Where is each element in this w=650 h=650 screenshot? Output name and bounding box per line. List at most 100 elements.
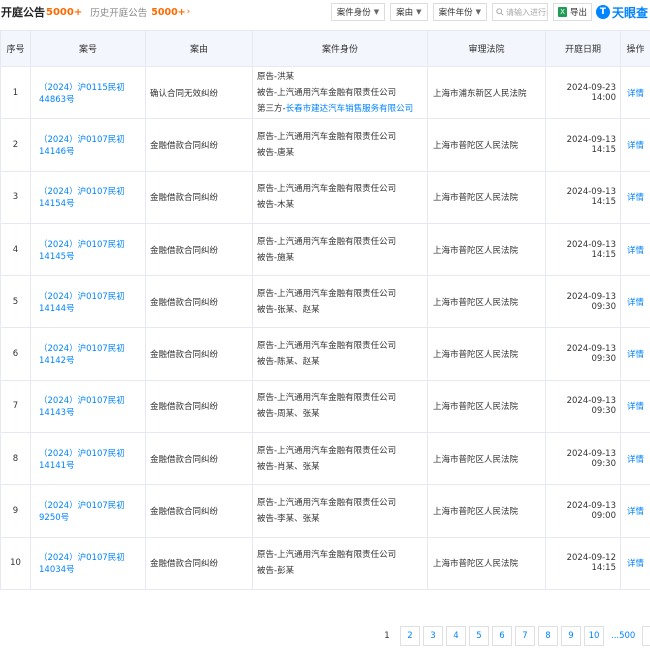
- export-button[interactable]: X 导出: [552, 3, 592, 21]
- column-header-date: 开庭日期: [545, 30, 621, 67]
- case-year-label: 案件年份: [438, 8, 473, 18]
- case-number-link[interactable]: （2024）沪0107民初14143号: [30, 379, 146, 434]
- party-plaintiff: 原告-上汽通用汽车金融有限责任公司: [257, 131, 397, 142]
- details-link[interactable]: 详情: [620, 65, 650, 120]
- case-reason: 金融借款合同纠纷: [145, 222, 253, 277]
- page-button[interactable]: 8: [538, 626, 558, 646]
- page-title: 开庭公告: [1, 6, 45, 19]
- hearing-notice-table: 序号 案号 案由 案件身份 审理法院 开庭日期 操作 1 （2024）沪0115…: [0, 30, 650, 590]
- case-reason: 金融借款合同纠纷: [145, 484, 253, 538]
- case-number-link[interactable]: （2024）沪0107民初14141号: [30, 432, 146, 486]
- total-count: 5000+: [46, 6, 83, 18]
- court-name: 上海市普陀区人民法院: [427, 484, 546, 538]
- page-button[interactable]: 10: [584, 626, 604, 646]
- case-role-label: 案件身份: [336, 8, 371, 18]
- page-button[interactable]: 4: [446, 626, 466, 646]
- details-link[interactable]: 详情: [620, 327, 650, 381]
- case-number-link[interactable]: （2024）沪0107民初14154号: [30, 170, 146, 224]
- case-role-dropdown[interactable]: 案件身份 ▼: [330, 3, 386, 21]
- details-link[interactable]: 详情: [620, 118, 650, 172]
- party-defendant: 被告-陈某、赵某: [257, 357, 320, 368]
- case-number-link[interactable]: （2024）沪0107民初14142号: [30, 327, 146, 381]
- party-defendant: 被告-施某: [257, 252, 295, 263]
- history-link[interactable]: 历史开庭公告: [90, 5, 147, 19]
- party-defendant: 被告-李某、张某: [257, 514, 320, 525]
- party-defendant: 被告-周某、张某: [257, 409, 320, 420]
- court-name: 上海市普陀区人民法院: [427, 118, 546, 172]
- row-seq: 9: [0, 484, 31, 538]
- case-number-link[interactable]: （2024）沪0107民初14146号: [30, 118, 146, 172]
- court-name: 上海市普陀区人民法院: [427, 536, 546, 590]
- party-plaintiff: 原告-上汽通用汽车金融有限责任公司: [257, 445, 397, 456]
- row-seq: 7: [0, 379, 31, 434]
- brand-name: 天眼查: [611, 5, 648, 20]
- case-reason: 金融借款合同纠纷: [145, 379, 253, 434]
- case-parties: 原告-上汽通用汽车金融有限责任公司 被告-施某: [252, 222, 428, 277]
- details-link[interactable]: 详情: [620, 536, 650, 590]
- case-parties: 原告-上汽通用汽车金融有限责任公司 被告-彭某: [252, 536, 428, 590]
- case-reason: 金融借款合同纠纷: [145, 275, 253, 329]
- chevron-down-icon: ▼: [373, 8, 380, 16]
- details-link[interactable]: 详情: [620, 275, 650, 329]
- page-button-last[interactable]: ...500: [607, 626, 640, 646]
- case-reason: 金融借款合同纠纷: [145, 118, 253, 172]
- details-link[interactable]: 详情: [620, 432, 650, 486]
- court-name: 上海市普陀区人民法院: [427, 379, 546, 434]
- brand-logo-icon: T: [595, 5, 610, 19]
- hearing-date: 2024-09-13 09:00: [545, 484, 621, 538]
- details-link[interactable]: 详情: [620, 484, 650, 538]
- page-button-current[interactable]: 1: [377, 626, 397, 646]
- details-link[interactable]: 详情: [620, 170, 650, 224]
- chevron-right-icon[interactable]: ›: [642, 626, 650, 646]
- party-third-link[interactable]: 长春市建达汽车销售服务有限公司: [286, 104, 414, 114]
- case-reason: 确认合同无效纠纷: [145, 65, 253, 120]
- case-parties: 原告-上汽通用汽车金融有限责任公司 被告-李某、张某: [252, 484, 428, 538]
- details-link[interactable]: 详情: [620, 379, 650, 434]
- column-header-action: 操作: [620, 30, 650, 67]
- details-link[interactable]: 详情: [620, 222, 650, 277]
- party-plaintiff: 原告-上汽通用汽车金融有限责任公司: [257, 184, 397, 195]
- pagination: 1 2 3 4 5 6 7 8 9 10 ...500 ›: [377, 626, 650, 646]
- row-seq: 2: [0, 118, 31, 172]
- hearing-date: 2024-09-13 09:30: [545, 327, 621, 381]
- party-third-label: 第三方-: [257, 103, 286, 114]
- case-number-link[interactable]: （2024）沪0107民初9250号: [30, 484, 146, 538]
- export-label: 导出: [569, 8, 587, 18]
- page-button[interactable]: 3: [423, 626, 443, 646]
- column-header-seq: 序号: [0, 30, 31, 67]
- court-name: 上海市普陀区人民法院: [427, 222, 546, 277]
- filter-bar: 案件身份 ▼ 案由 ▼ 案件年份 ▼ 请输入进行搜索 X 导出 T 天眼查: [330, 3, 650, 21]
- excel-icon: X: [557, 7, 567, 17]
- row-seq: 1: [0, 65, 31, 120]
- cause-label: 案由: [396, 8, 414, 18]
- table-row: 9 （2024）沪0107民初9250号 金融借款合同纠纷 原告-上汽通用汽车金…: [0, 484, 650, 538]
- search-icon: [496, 8, 504, 16]
- page-button[interactable]: 9: [561, 626, 581, 646]
- case-reason: 金融借款合同纠纷: [145, 536, 253, 590]
- case-number-link[interactable]: （2024）沪0107民初14145号: [30, 222, 146, 277]
- case-number-link[interactable]: （2024）沪0107民初14034号: [30, 536, 146, 590]
- column-header-court: 审理法院: [427, 30, 546, 67]
- party-defendant: 被告-张某、赵某: [257, 304, 320, 315]
- case-parties: 原告-洪某 被告-上汽通用汽车金融有限责任公司 第三方-长春市建达汽车销售服务有…: [252, 65, 428, 120]
- column-header-parties: 案件身份: [252, 30, 428, 67]
- chevron-right-icon[interactable]: ›: [187, 7, 191, 17]
- history-count[interactable]: 5000+: [151, 7, 185, 18]
- search-input[interactable]: 请输入进行搜索: [491, 3, 548, 21]
- party-defendant: 被告-木某: [257, 200, 295, 211]
- party-defendant: 被告-肖某、张某: [257, 461, 320, 472]
- search-placeholder: 请输入进行搜索: [505, 7, 547, 17]
- party-plaintiff: 原告-上汽通用汽车金融有限责任公司: [257, 550, 397, 561]
- hearing-date: 2024-09-13 09:30: [545, 432, 621, 486]
- party-third: 第三方-长春市建达汽车销售服务有限公司: [257, 101, 427, 117]
- case-number-link[interactable]: （2024）沪0107民初14144号: [30, 275, 146, 329]
- page-button[interactable]: 5: [469, 626, 489, 646]
- page-button[interactable]: 7: [515, 626, 535, 646]
- row-seq: 3: [0, 170, 31, 224]
- page-button[interactable]: 2: [400, 626, 420, 646]
- case-number-link[interactable]: （2024）沪0115民初44863号: [30, 65, 146, 120]
- cause-dropdown[interactable]: 案由 ▼: [390, 3, 428, 21]
- court-name: 上海市浦东新区人民法院: [427, 65, 546, 120]
- page-button[interactable]: 6: [492, 626, 512, 646]
- case-year-dropdown[interactable]: 案件年份 ▼: [432, 3, 487, 21]
